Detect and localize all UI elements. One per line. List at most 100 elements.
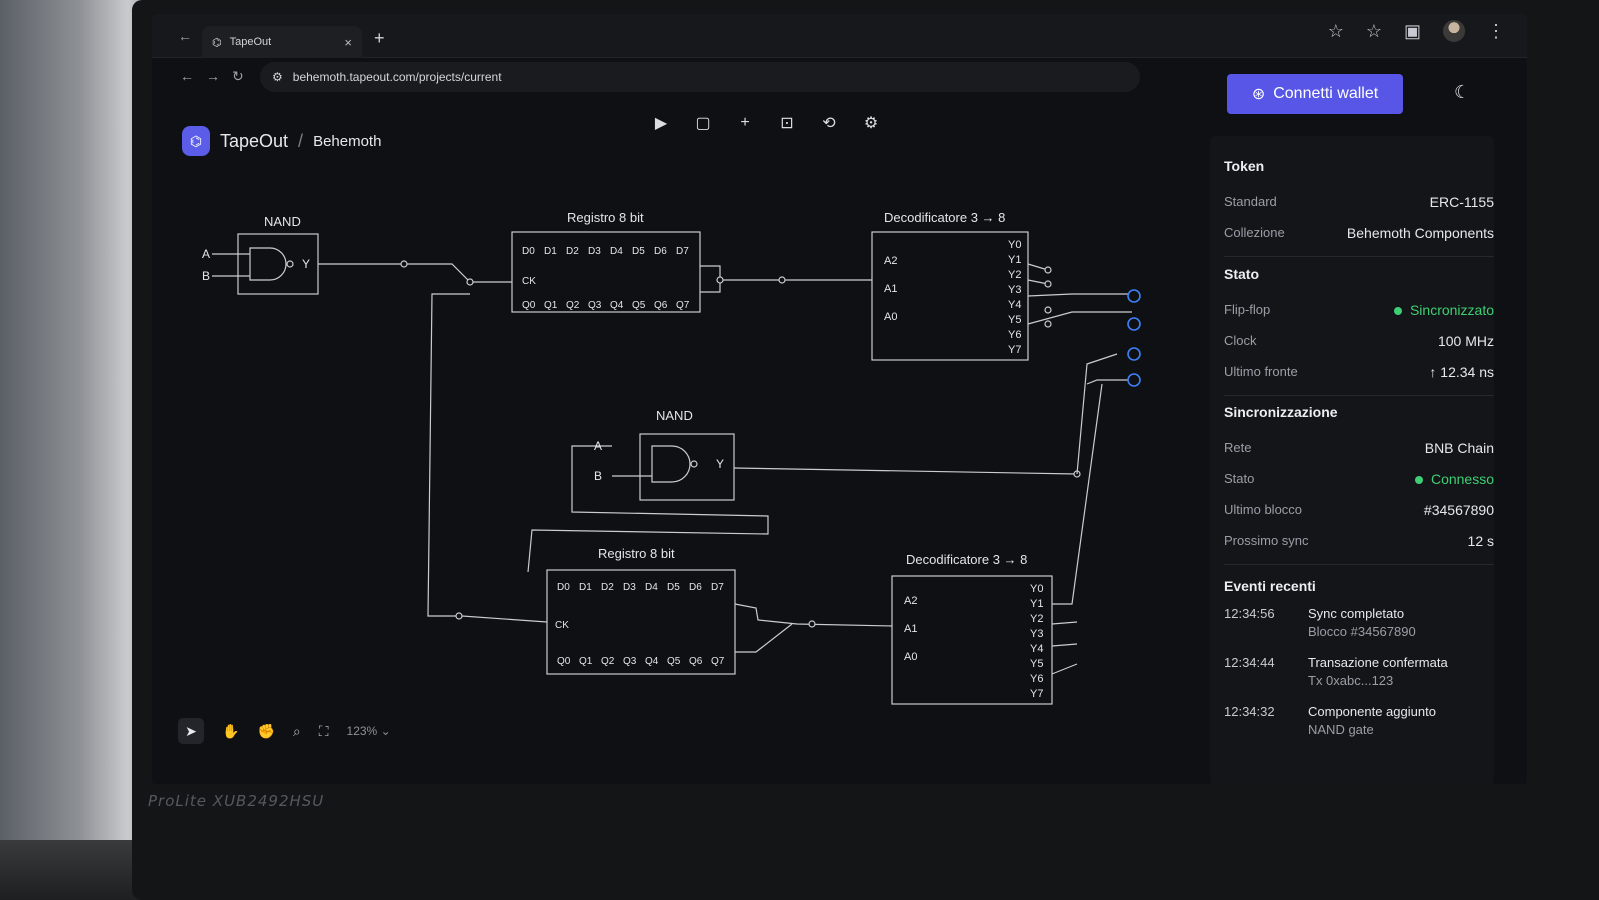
stato-section: Stato Flip-flop Sincronizzato Clock 100 … — [1224, 266, 1494, 396]
register-input-pin: D7 — [711, 582, 724, 593]
add-icon[interactable]: + — [736, 114, 754, 132]
canvas-tools: ➤ ✋ ✊ ⌕ ⛶ 123% ⌄ — [178, 718, 391, 744]
favorites-star-icon[interactable]: ☆ — [1366, 21, 1382, 42]
register-output-pin: Q3 — [588, 300, 602, 311]
profile-avatar[interactable] — [1443, 20, 1465, 42]
output-port[interactable] — [1127, 317, 1141, 331]
site-info-icon[interactable]: ⚙ — [272, 70, 283, 84]
more-menu-icon[interactable]: ⋮ — [1487, 21, 1505, 42]
zoom-icon[interactable]: ⌕ — [293, 723, 301, 740]
sync-icon[interactable]: ⟲ — [820, 114, 838, 132]
decoder-output-pin: Y2 — [1030, 613, 1043, 625]
fit-screen-icon[interactable]: ⛶ — [319, 723, 329, 740]
decoder-top-box[interactable] — [871, 231, 1029, 361]
output-port[interactable] — [1127, 373, 1141, 387]
sync-title: Sincronizzazione — [1224, 404, 1338, 420]
output-port[interactable] — [1127, 289, 1141, 303]
connection-row: Stato Connesso — [1224, 463, 1494, 494]
list-item[interactable]: 12:34:56 Sync completato Blocco #3456789… — [1224, 606, 1494, 639]
sync-section: Sincronizzazione Rete BNB Chain Stato Co… — [1224, 404, 1494, 565]
circuit-canvas[interactable]: NAND A B Y Registro 8 bit CK D0 D1 D2 D3 D4 D… — [172, 184, 1212, 744]
output-port[interactable] — [1127, 347, 1141, 361]
decoder-output-pin: Y6 — [1030, 673, 1043, 685]
info-panel: Token Standard ERC-1155 Collezione Behem… — [1210, 136, 1494, 784]
decoder-output-pin: Y1 — [1030, 598, 1043, 610]
browser-actions: ☆ ☆ ▣ ⋮ — [1328, 20, 1505, 42]
register-output-pin: Q2 — [566, 300, 580, 311]
register-input-pin: D1 — [544, 246, 557, 257]
run-icon[interactable]: ▶ — [652, 114, 670, 132]
forward-icon[interactable]: → — [206, 68, 220, 84]
select-pointer-icon[interactable]: ➤ — [178, 718, 204, 744]
divider — [1224, 395, 1494, 396]
nand-top-pin-y: Y — [302, 257, 310, 271]
register-input-pin: D3 — [588, 246, 601, 257]
grab-hand-icon[interactable]: ✊ — [257, 723, 274, 740]
chevron-down-icon: ⌄ — [380, 724, 391, 738]
app-title[interactable]: TapeOut — [220, 131, 288, 152]
register-output-pin: Q2 — [601, 656, 615, 667]
register-output-pin: Q0 — [522, 300, 536, 311]
decoder-output-pin: Y4 — [1030, 643, 1043, 655]
register-output-pin: Q1 — [544, 300, 558, 311]
register-output-pin: Q1 — [579, 656, 593, 667]
register-input-pin: D0 — [522, 246, 535, 257]
connect-wallet-label: Connetti wallet — [1273, 85, 1379, 102]
tab-favicon-icon: ⌬ — [212, 36, 222, 49]
browser-tab[interactable]: ⌬ TapeOut × — [202, 26, 362, 58]
right-sidebar: ⊛ Connetti wallet ☾ Token Standard ERC-1… — [1202, 74, 1502, 784]
decoder-input-pin: A0 — [904, 651, 917, 663]
tab-back-icon[interactable]: ← — [178, 28, 192, 44]
side-panel-icon[interactable]: ▣ — [1404, 21, 1421, 42]
frame-icon[interactable]: ▢ — [694, 114, 712, 132]
events-title: Eventi recenti — [1224, 578, 1316, 594]
register-bottom-box[interactable] — [546, 569, 736, 675]
tapeout-logo-icon[interactable]: ⌬ — [182, 126, 210, 156]
token-collection-row: Collezione Behemoth Components — [1224, 217, 1494, 248]
row-value: Sincronizzato — [1409, 301, 1494, 318]
tab-close-icon[interactable]: × — [344, 35, 352, 50]
next-sync-row: Prossimo sync 12 s — [1224, 525, 1494, 556]
row-label: Collezione — [1224, 225, 1285, 240]
row-value: 100 MHz — [1437, 332, 1494, 349]
status-badge: Sincronizzato — [1393, 301, 1494, 318]
token-title: Token — [1224, 158, 1265, 174]
decoder-input-pin: A1 — [884, 283, 897, 295]
network-row: Rete BNB Chain — [1224, 432, 1494, 463]
monitor-brand: ProLite XUB2492HSU — [148, 792, 325, 810]
events-section: Eventi recenti 12:34:56 Sync completato … — [1224, 578, 1494, 753]
reload-icon[interactable]: ↻ — [232, 68, 244, 85]
list-item[interactable]: 12:34:32 Componente aggiunto NAND gate — [1224, 704, 1494, 737]
connect-wallet-button[interactable]: ⊛ Connetti wallet — [1227, 74, 1403, 114]
status-dot — [1393, 306, 1402, 315]
back-icon[interactable]: ← — [180, 68, 194, 84]
nand-mid-pin-y: Y — [716, 457, 724, 471]
zoom-level-dropdown[interactable]: 123% ⌄ — [347, 724, 391, 738]
register-input-pin: D4 — [610, 246, 623, 257]
row-value: #34567890 — [1423, 501, 1494, 518]
event-title: Transazione confermata — [1308, 655, 1448, 670]
event-time: 12:34:32 — [1224, 704, 1275, 719]
decoder-output-pin: Y0 — [1030, 583, 1043, 595]
row-label: Prossimo sync — [1224, 533, 1309, 548]
row-value: BNB Chain — [1424, 439, 1494, 456]
decoder-input-pin: A2 — [904, 595, 917, 607]
address-bar[interactable]: ⚙ behemoth.tapeout.com/projects/current — [260, 62, 1140, 92]
nand-mid-pin-b: B — [594, 469, 602, 483]
project-name[interactable]: Behemoth — [313, 133, 381, 150]
tab-title: TapeOut — [229, 36, 272, 48]
pan-hand-icon[interactable]: ✋ — [222, 723, 239, 740]
register-output-pin: Q4 — [645, 656, 659, 667]
settings-gear-icon[interactable]: ⚙ — [862, 114, 880, 132]
save-icon[interactable]: ⊡ — [778, 114, 796, 132]
theme-toggle-moon-icon[interactable]: ☾ — [1454, 82, 1470, 103]
register-input-pin: D4 — [645, 582, 658, 593]
token-section: Token Standard ERC-1155 Collezione Behem… — [1224, 158, 1494, 257]
clock-row: Clock 100 MHz — [1224, 325, 1494, 356]
bookmark-star-icon[interactable]: ☆ — [1328, 21, 1344, 42]
register-top-box[interactable] — [511, 231, 701, 313]
new-tab-button[interactable]: + — [374, 28, 385, 49]
list-item[interactable]: 12:34:44 Transazione confermata Tx 0xabc… — [1224, 655, 1494, 688]
flipflop-row: Flip-flop Sincronizzato — [1224, 294, 1494, 325]
event-title: Sync completato — [1308, 606, 1405, 621]
